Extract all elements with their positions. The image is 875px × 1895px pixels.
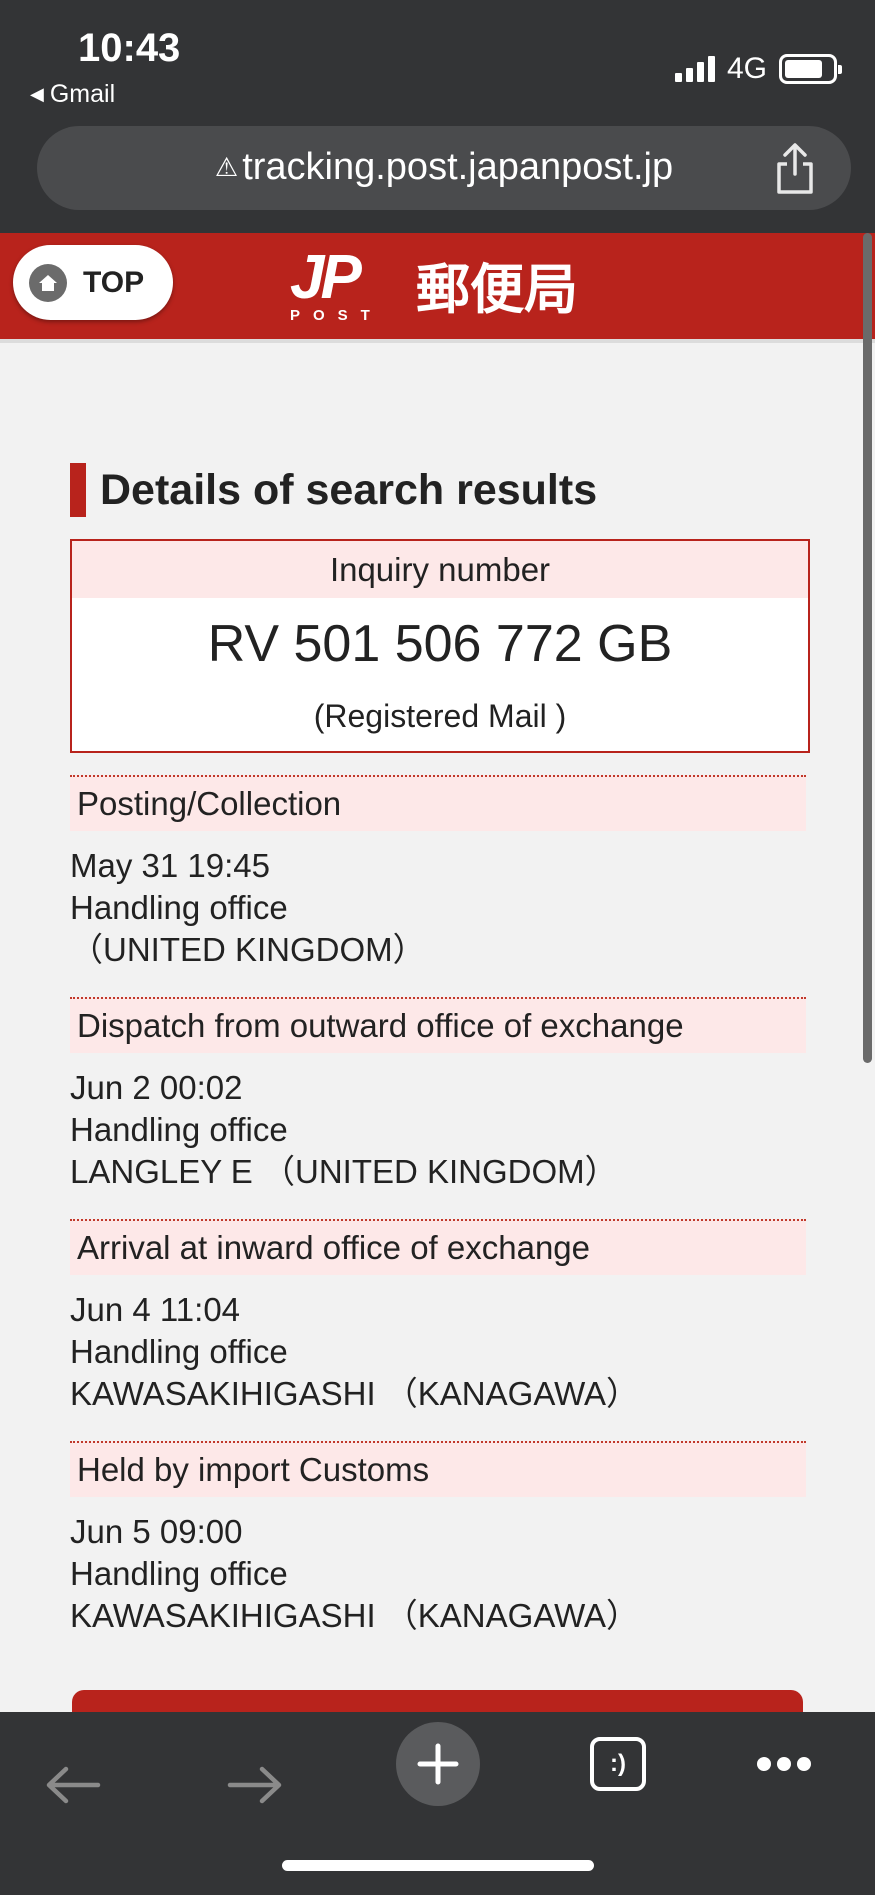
- tracking-event: Posting/Collection May 31 19:45 Handling…: [70, 775, 806, 971]
- logo-mark: JP: [290, 242, 362, 312]
- page-title-text: Details of search results: [100, 465, 598, 514]
- home-indicator[interactable]: [282, 1860, 594, 1871]
- back-triangle-icon: ◀: [30, 84, 44, 104]
- title-accent-bar: [70, 463, 86, 517]
- inquiry-label: Inquiry number: [72, 541, 808, 598]
- event-office: KAWASAKIHIGASHI （KANAGAWA）: [70, 1597, 640, 1634]
- tabs-icon[interactable]: :): [590, 1737, 646, 1791]
- event-status: Arrival at inward office of exchange: [70, 1219, 806, 1275]
- tracking-event: Dispatch from outward office of exchange…: [70, 997, 806, 1193]
- event-office: LANGLEY E （UNITED KINGDOM）: [70, 1153, 618, 1190]
- event-datetime: Jun 5 09:00: [70, 1513, 243, 1550]
- logo-kanji: 郵便局: [416, 260, 578, 320]
- event-datetime: Jun 2 00:02: [70, 1069, 243, 1106]
- status-indicators: 4G: [674, 52, 842, 86]
- page-title: Details of search results: [70, 463, 597, 517]
- warning-icon: ⚠: [214, 152, 239, 182]
- event-office-label: Handling office: [70, 1555, 288, 1592]
- top-button-label: TOP: [83, 265, 145, 299]
- tracking-event: Arrival at inward office of exchange Jun…: [70, 1219, 806, 1415]
- japan-post-logo[interactable]: JP POST 郵便局: [290, 245, 578, 324]
- more-icon[interactable]: [756, 1756, 812, 1772]
- top-button[interactable]: TOP: [13, 245, 173, 320]
- logo-sub: POST: [290, 306, 383, 324]
- forward-arrow-icon[interactable]: [226, 1764, 284, 1806]
- event-status: Held by import Customs: [70, 1441, 806, 1497]
- inquiry-box: Inquiry number RV 501 506 772 GB (Regist…: [70, 539, 810, 753]
- event-office-label: Handling office: [70, 1333, 288, 1370]
- battery-icon: [779, 54, 842, 84]
- event-datetime: May 31 19:45: [70, 847, 270, 884]
- status-and-url-area: 10:43 ◀ Gmail 4G ⚠ tracking.post.japanpos…: [0, 0, 875, 233]
- tracking-event: Held by import Customs Jun 5 09:00 Handl…: [70, 1441, 806, 1637]
- inquiry-number: RV 501 506 772 GB: [207, 615, 673, 673]
- event-office: （UNITED KINGDOM）: [70, 931, 426, 968]
- address-bar[interactable]: ⚠ tracking.post.japanpost.jp: [37, 126, 851, 210]
- status-time: 10:43: [78, 26, 181, 70]
- event-datetime: Jun 4 11:04: [70, 1291, 241, 1328]
- mail-type: (Registered Mail ): [313, 698, 567, 734]
- url-text: tracking.post.japanpost.jp: [242, 146, 674, 188]
- page-scrollbar[interactable]: [863, 233, 872, 1063]
- back-arrow-icon[interactable]: [44, 1764, 102, 1806]
- event-office: KAWASAKIHIGASHI （KANAGAWA）: [70, 1375, 640, 1412]
- event-office-label: Handling office: [70, 1111, 288, 1148]
- event-office-label: Handling office: [70, 889, 288, 926]
- back-app-label: Gmail: [49, 80, 116, 108]
- network-type: 4G: [726, 52, 767, 85]
- home-icon: [29, 263, 67, 302]
- cell-signal-icon: [674, 56, 715, 82]
- new-tab-plus-icon[interactable]: [395, 1721, 481, 1807]
- site-header: TOP JP POST 郵便局: [0, 233, 875, 343]
- back-to-app-link[interactable]: ◀ Gmail: [30, 80, 115, 109]
- event-status: Posting/Collection: [70, 775, 806, 831]
- event-status: Dispatch from outward office of exchange: [70, 997, 806, 1053]
- share-icon[interactable]: [773, 142, 817, 196]
